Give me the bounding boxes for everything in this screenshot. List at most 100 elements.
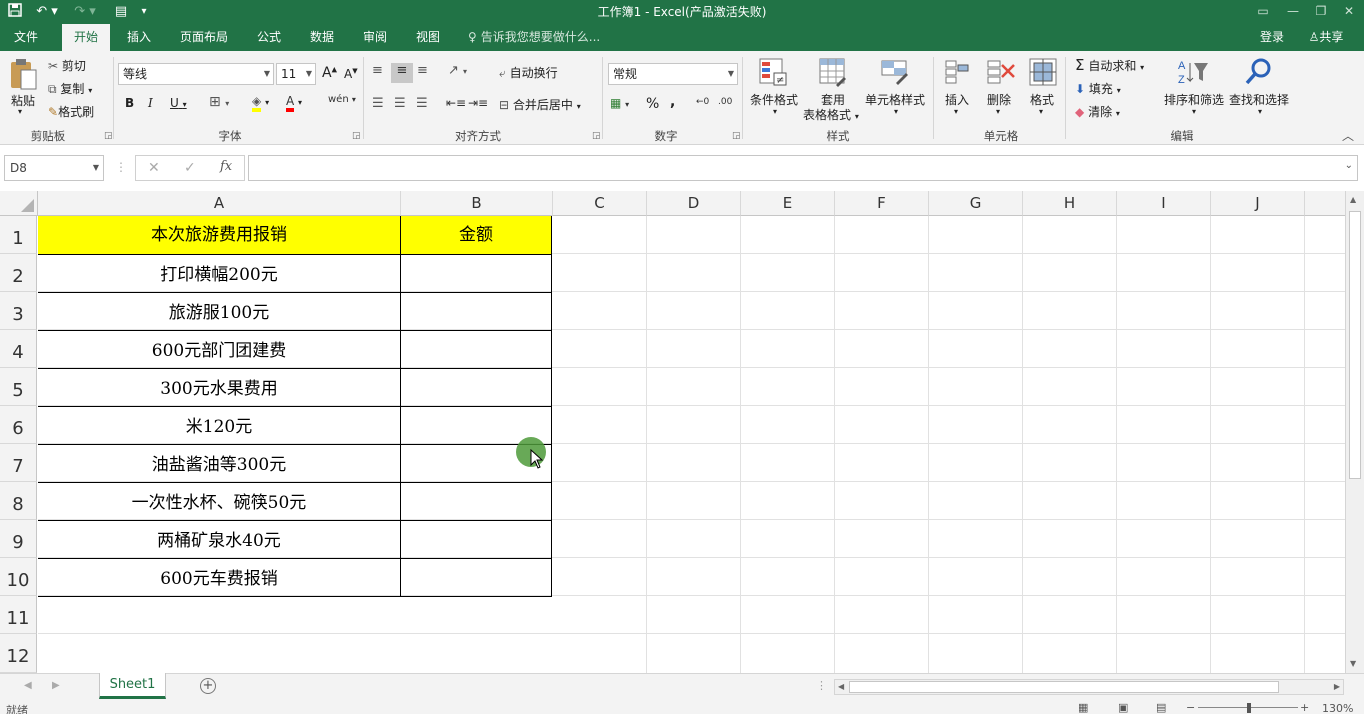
- cell-styles-icon[interactable]: [880, 57, 910, 90]
- currency-icon[interactable]: ▦ ▾: [610, 96, 629, 110]
- percent-button[interactable]: %: [646, 96, 659, 112]
- row-header[interactable]: 11: [0, 596, 37, 634]
- tab-page-layout[interactable]: 页面布局: [172, 24, 236, 51]
- insert-function-icon[interactable]: fx: [220, 159, 232, 174]
- table-cell[interactable]: [400, 558, 552, 597]
- horizontal-scrollbar[interactable]: ◀ ▶: [834, 679, 1344, 695]
- column-header[interactable]: [1305, 191, 1345, 216]
- table-cell[interactable]: [400, 292, 552, 330]
- page-break-view-icon[interactable]: ▤: [1156, 701, 1166, 714]
- align-middle-icon[interactable]: ≡: [391, 63, 413, 83]
- row-header[interactable]: 12: [0, 634, 37, 673]
- table-cell[interactable]: [400, 254, 552, 292]
- zoom-slider-thumb[interactable]: [1247, 703, 1251, 713]
- chevron-down-icon[interactable]: ▾: [894, 107, 898, 116]
- format-painter-button[interactable]: ✎格式刷: [48, 103, 94, 120]
- column-header[interactable]: J: [1211, 191, 1305, 216]
- search-icon[interactable]: [1244, 57, 1274, 90]
- zoom-in-icon[interactable]: +: [1300, 701, 1309, 714]
- fill-button[interactable]: ⬇ 填充 ▾: [1075, 80, 1121, 97]
- sort-filter-icon[interactable]: AZ: [1176, 57, 1210, 90]
- cancel-icon[interactable]: ✕: [148, 160, 160, 176]
- decrease-decimal-icon[interactable]: .00: [718, 97, 732, 107]
- orientation-icon[interactable]: ↗ ▾: [448, 63, 467, 78]
- format-label[interactable]: 格式: [1030, 91, 1054, 108]
- table-cell[interactable]: 600元部门团建费: [38, 330, 401, 368]
- table-header-cell[interactable]: 本次旅游费用报销: [38, 216, 401, 254]
- row-header[interactable]: 7: [0, 444, 37, 482]
- column-header[interactable]: E: [741, 191, 835, 216]
- scroll-thumb[interactable]: [849, 681, 1279, 693]
- table-cell[interactable]: [400, 482, 552, 520]
- table-cell[interactable]: 油盐酱油等300元: [38, 444, 401, 482]
- delete-cells-icon[interactable]: [986, 57, 1016, 90]
- zoom-level[interactable]: 130%: [1322, 702, 1353, 714]
- scroll-thumb[interactable]: [1349, 211, 1361, 479]
- share-button[interactable]: ♙共享: [1298, 24, 1354, 51]
- table-cell[interactable]: 600元车费报销: [38, 558, 401, 597]
- login-link[interactable]: 登录: [1252, 24, 1292, 51]
- column-header[interactable]: H: [1023, 191, 1117, 216]
- phonetic-icon[interactable]: wén ▾: [328, 94, 356, 105]
- enter-icon[interactable]: ✓: [184, 160, 196, 176]
- tab-file[interactable]: 文件: [0, 24, 52, 51]
- column-header[interactable]: A: [38, 191, 401, 216]
- row-header[interactable]: 6: [0, 406, 37, 444]
- expand-formula-icon[interactable]: ⌄: [1345, 160, 1353, 171]
- align-center-icon[interactable]: ☰: [394, 96, 406, 111]
- borders-icon[interactable]: ⊞ ▾: [209, 94, 229, 110]
- close-icon[interactable]: ✕: [1334, 0, 1364, 24]
- font-color-icon[interactable]: A ▾: [286, 94, 302, 112]
- bold-button[interactable]: B: [125, 96, 134, 110]
- sort-filter-label[interactable]: 排序和筛选: [1164, 91, 1224, 108]
- row-header[interactable]: 8: [0, 482, 37, 520]
- scroll-down-icon[interactable]: ▼: [1350, 659, 1356, 668]
- minimize-icon[interactable]: —: [1278, 0, 1308, 24]
- column-header[interactable]: I: [1117, 191, 1211, 216]
- table-cell[interactable]: 打印横幅200元: [38, 254, 401, 292]
- merge-center-button[interactable]: ⊟ 合并后居中 ▾: [499, 96, 581, 113]
- table-cell[interactable]: 米120元: [38, 406, 401, 444]
- format-as-table-icon[interactable]: [818, 57, 848, 90]
- tab-review[interactable]: 审阅: [352, 24, 398, 51]
- increase-indent-icon[interactable]: ⇥≡: [468, 96, 488, 110]
- split-handle-icon[interactable]: ⋮: [816, 679, 827, 692]
- ribbon-display-icon[interactable]: ▭: [1248, 0, 1278, 24]
- row-header[interactable]: 5: [0, 368, 37, 406]
- column-header[interactable]: C: [553, 191, 647, 216]
- paste-dropdown-icon[interactable]: ▾: [18, 107, 22, 116]
- tab-formulas[interactable]: 公式: [246, 24, 292, 51]
- name-box[interactable]: D8 ▼: [4, 155, 104, 181]
- clear-button[interactable]: ◆ 清除 ▾: [1075, 103, 1120, 120]
- insert-label[interactable]: 插入: [945, 91, 969, 108]
- formula-input[interactable]: ⌄: [248, 155, 1358, 181]
- italic-button[interactable]: I: [148, 96, 153, 110]
- cut-button[interactable]: ✂ 剪切: [48, 57, 86, 74]
- chevron-down-icon[interactable]: ▾: [773, 107, 777, 116]
- format-cells-icon[interactable]: [1028, 57, 1058, 90]
- decrease-indent-icon[interactable]: ⇤≡: [446, 96, 466, 110]
- row-header[interactable]: 10: [0, 558, 37, 596]
- tab-data[interactable]: 数据: [300, 24, 344, 51]
- underline-button[interactable]: U ▾: [170, 96, 187, 110]
- column-header[interactable]: F: [835, 191, 929, 216]
- row-header[interactable]: 1: [0, 216, 37, 254]
- number-launcher-icon[interactable]: ◲: [732, 131, 741, 141]
- align-bottom-icon[interactable]: ≡: [417, 63, 428, 78]
- find-select-label[interactable]: 查找和选择: [1229, 91, 1289, 108]
- comma-button[interactable]: ,: [670, 94, 675, 110]
- conditional-format-icon[interactable]: ≠: [758, 57, 788, 90]
- table-cell[interactable]: 300元水果费用: [38, 368, 401, 406]
- font-launcher-icon[interactable]: ◲: [352, 131, 361, 141]
- chevron-down-icon[interactable]: ▾: [1258, 107, 1262, 116]
- align-top-icon[interactable]: ≡: [372, 63, 383, 78]
- clipboard-launcher-icon[interactable]: ◲: [104, 131, 113, 141]
- cell-styles-label[interactable]: 单元格样式: [865, 91, 925, 108]
- table-cell[interactable]: [400, 520, 552, 558]
- grow-font-button[interactable]: A▲: [322, 65, 337, 81]
- align-left-icon[interactable]: ☰: [372, 96, 384, 111]
- select-all-corner[interactable]: [0, 191, 38, 216]
- next-sheet-icon[interactable]: ▶: [52, 680, 60, 691]
- scroll-up-icon[interactable]: ▲: [1350, 195, 1356, 204]
- increase-decimal-icon[interactable]: ←0: [696, 97, 709, 107]
